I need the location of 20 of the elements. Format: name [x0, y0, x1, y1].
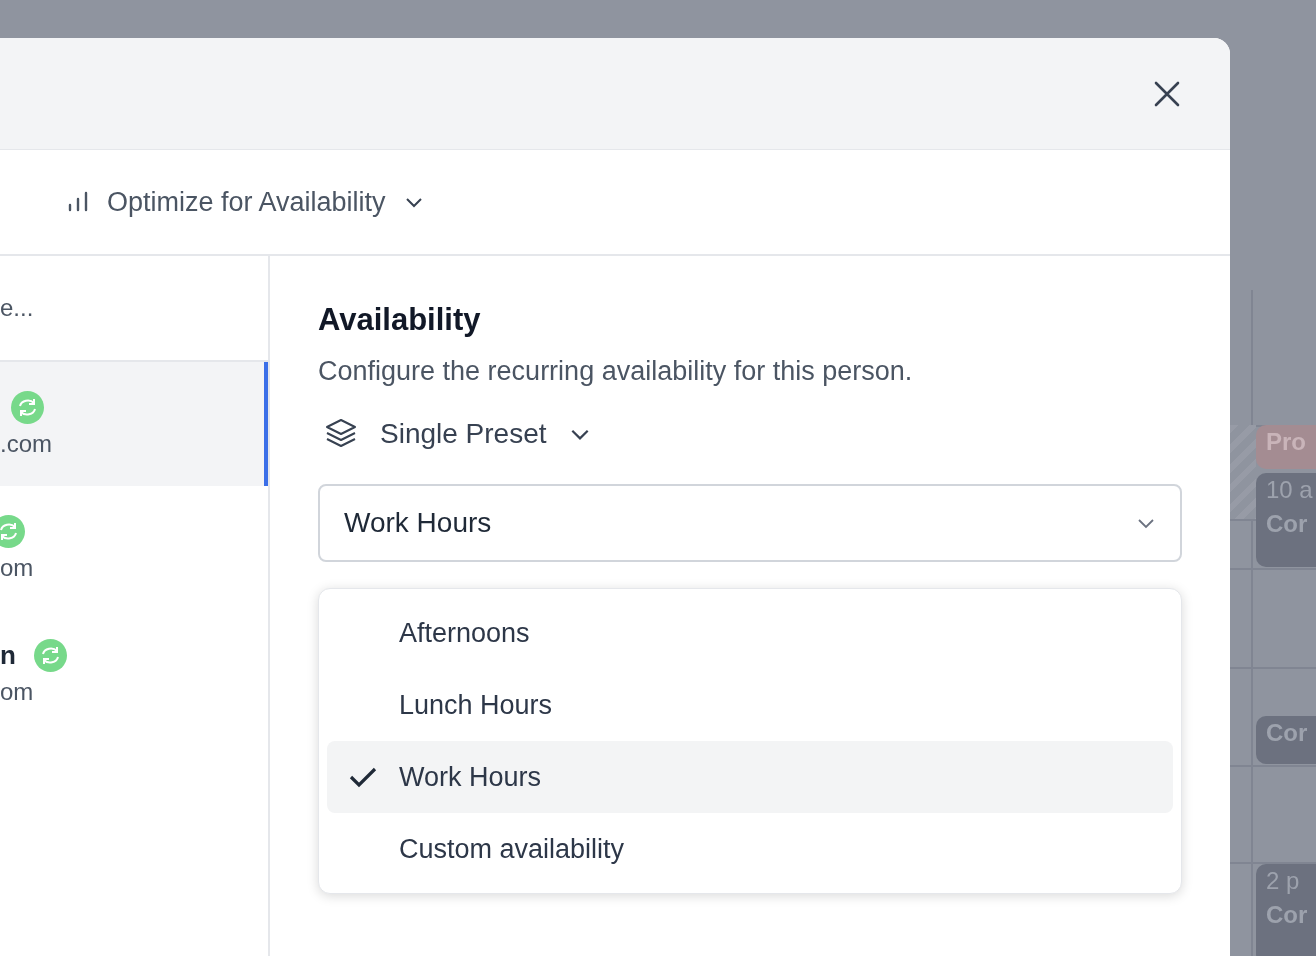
menu-option[interactable]: Work Hours	[327, 741, 1173, 813]
close-button[interactable]	[1154, 80, 1180, 107]
person-item[interactable]: om	[0, 486, 268, 610]
section-description: Configure the recurring availability for this person.	[318, 356, 914, 387]
optimize-dropdown[interactable]: Optimize for Availability	[67, 186, 424, 218]
person-email: .com	[0, 430, 53, 458]
close-icon	[1154, 80, 1180, 107]
preset-mode-dropdown[interactable]: Single Preset	[324, 417, 591, 451]
preset-select[interactable]: Work Hours	[318, 484, 1182, 562]
menu-option[interactable]: Custom availability	[327, 813, 1173, 885]
section-title: Availability	[318, 302, 482, 338]
bar-chart-icon	[67, 191, 89, 213]
person-email: om	[0, 678, 35, 706]
menu-option[interactable]: Afternoons	[327, 597, 1173, 669]
person-item[interactable]: .com	[0, 362, 268, 486]
person-name: n	[0, 639, 16, 671]
person-email: om	[0, 554, 35, 582]
checkmark-icon	[348, 765, 378, 789]
person-item[interactable]: n om	[0, 610, 268, 734]
menu-option[interactable]: Lunch Hours	[327, 669, 1173, 741]
